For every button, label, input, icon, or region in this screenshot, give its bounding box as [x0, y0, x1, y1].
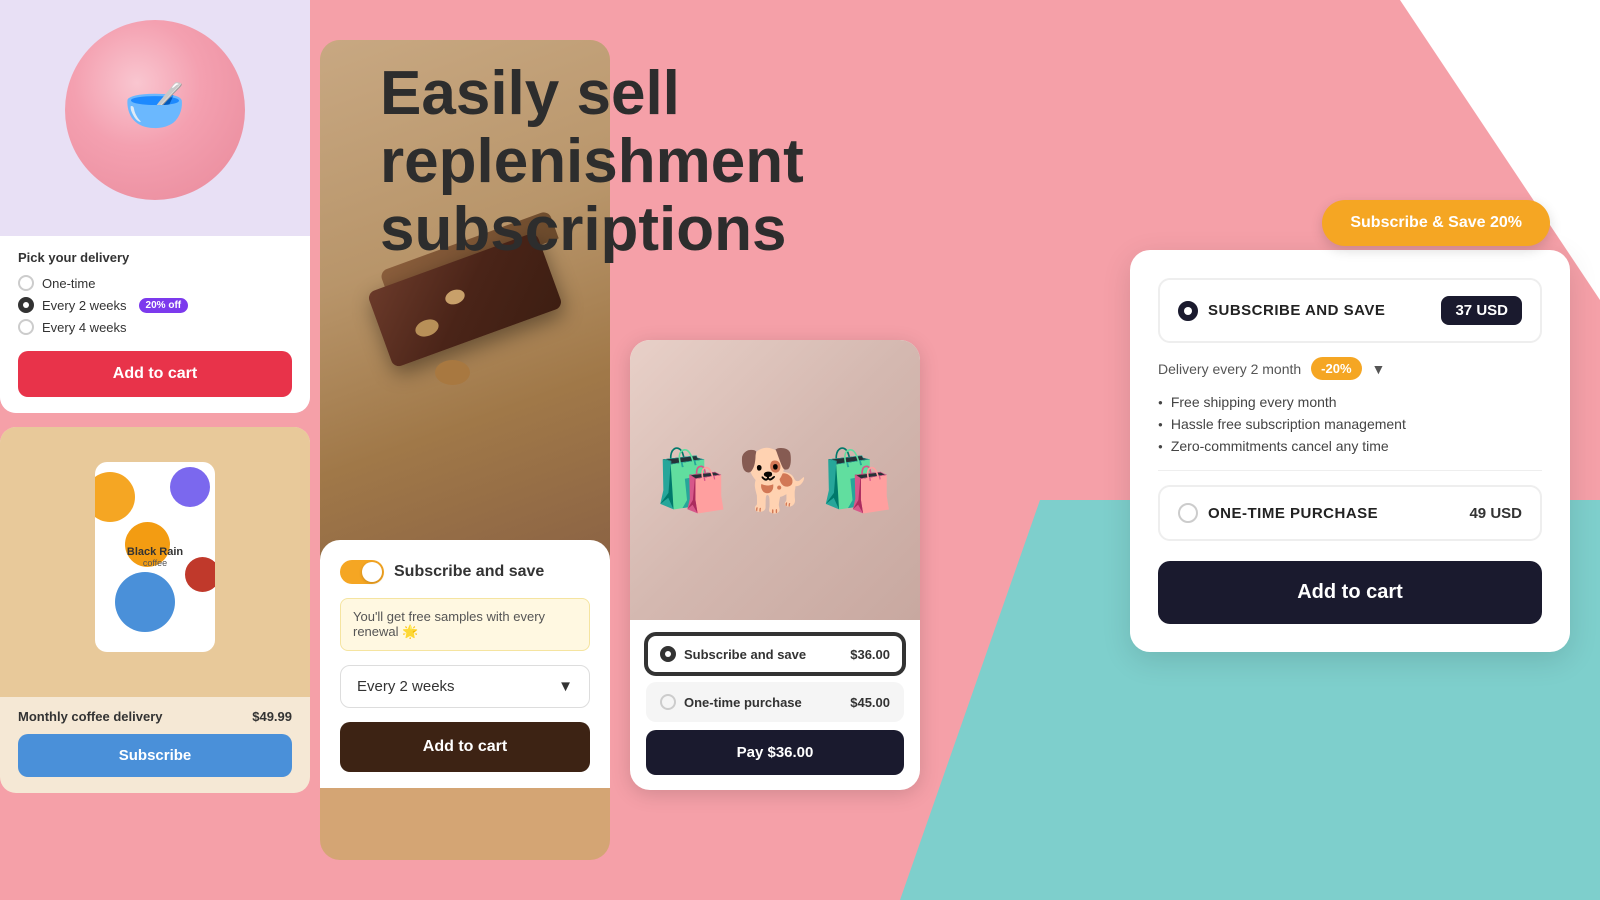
onetime-option[interactable]: One-time — [18, 275, 292, 291]
left-column: 🥣 Pick your delivery One-time Every 2 we… — [0, 0, 310, 900]
hero-title: Easily sell replenishment subscriptions — [380, 60, 1080, 265]
chocolate-card-body: Subscribe and save You'll get free sampl… — [320, 540, 610, 788]
every2weeks-radio — [18, 297, 34, 313]
subscribe-widget: SUBSCRIBE AND SAVE 37 USD Delivery every… — [1130, 250, 1570, 652]
bowl-emoji: 🥣 — [124, 76, 186, 135]
toggle-row: Subscribe and save — [340, 560, 590, 584]
dog-pay-button[interactable]: Pay $36.00 — [646, 730, 904, 775]
benefits-list: Free shipping every month Hassle free su… — [1158, 394, 1542, 454]
delivery-text: Delivery every 2 month — [1158, 361, 1301, 377]
onetime-label: One-time — [42, 276, 95, 291]
choc-frequency-label: Every 2 weeks — [357, 678, 455, 695]
dog-subscribe-left: Subscribe and save — [660, 646, 806, 662]
blob-purple — [170, 467, 210, 507]
coffee-bag-shape: Black Rain coffee — [95, 462, 215, 652]
dog-otp-option[interactable]: One-time purchase $45.00 — [646, 682, 904, 722]
choc-dropdown-arrow: ▼ — [558, 678, 573, 695]
discount-badge: 20% off — [139, 298, 189, 313]
toggle-knob — [362, 562, 382, 582]
widget-subscribe-price: 37 USD — [1441, 296, 1522, 325]
cereal-image-area: 🥣 — [18, 0, 292, 220]
widget-add-to-cart-button[interactable]: Add to cart — [1158, 561, 1542, 624]
cereal-card-body: Pick your delivery One-time Every 2 week… — [0, 236, 310, 413]
subscribe-save-button[interactable]: Subscribe & Save 20% — [1322, 200, 1550, 246]
cereal-add-to-cart-button[interactable]: Add to cart — [18, 351, 292, 397]
cereal-card: 🥣 Pick your delivery One-time Every 2 we… — [0, 0, 310, 413]
every2weeks-option[interactable]: Every 2 weeks 20% off — [18, 297, 292, 313]
hero-section: Easily sell replenishment subscriptions — [380, 60, 1080, 265]
blob-orange — [95, 472, 135, 522]
subscribe-toggle[interactable] — [340, 560, 384, 584]
benefit-1: Free shipping every month — [1158, 394, 1542, 410]
widget-subscribe-row[interactable]: SUBSCRIBE AND SAVE 37 USD — [1158, 278, 1542, 343]
coffee-subscribe-button[interactable]: Subscribe — [18, 734, 292, 777]
cereal-bowl: 🥣 — [65, 20, 245, 200]
choc-frequency-dropdown[interactable]: Every 2 weeks ▼ — [340, 665, 590, 708]
every4weeks-label: Every 4 weeks — [42, 320, 127, 335]
delivery-row: Delivery every 2 month -20% ▼ — [1158, 357, 1542, 380]
discount-pill: -20% — [1311, 357, 1361, 380]
dog-subscribe-radio — [660, 646, 676, 662]
renewal-badge: You'll get free samples with every renew… — [340, 598, 590, 651]
dog-subscribe-price: $36.00 — [850, 647, 890, 662]
dog-subscribe-option[interactable]: Subscribe and save $36.00 — [646, 634, 904, 674]
benefit-3: Zero-commitments cancel any time — [1158, 438, 1542, 454]
dog-otp-left: One-time purchase — [660, 694, 802, 710]
every4weeks-radio — [18, 319, 34, 335]
dog-food-image-area: 🛍️🐕🛍️ — [630, 340, 920, 620]
almond-big — [435, 360, 470, 385]
coffee-footer: Monthly coffee delivery $49.99 — [18, 709, 292, 724]
widget-otp-title: ONE-TIME PURCHASE — [1208, 505, 1378, 522]
coffee-card-body: Monthly coffee delivery $49.99 Subscribe — [0, 697, 310, 777]
every2weeks-label: Every 2 weeks — [42, 298, 127, 313]
coffee-card: Black Rain coffee Monthly coffee deliver… — [0, 427, 310, 793]
onetime-radio — [18, 275, 34, 291]
widget-otp-price: 49 USD — [1469, 505, 1522, 522]
benefit-2: Hassle free subscription management — [1158, 416, 1542, 432]
coffee-product: coffee — [127, 558, 183, 568]
coffee-bag: Black Rain coffee — [95, 462, 215, 662]
widget-divider — [1158, 470, 1542, 471]
coffee-image-area: Black Rain coffee — [0, 427, 310, 697]
blob-red — [185, 557, 215, 592]
dog-otp-label: One-time purchase — [684, 695, 802, 710]
blob-blue — [115, 572, 175, 632]
widget-subscribe-left: SUBSCRIBE AND SAVE — [1178, 301, 1385, 321]
coffee-price: $49.99 — [252, 709, 292, 724]
delivery-label: Pick your delivery — [18, 250, 292, 265]
widget-otp-radio — [1178, 503, 1198, 523]
dog-card-body: Subscribe and save $36.00 One-time purch… — [630, 620, 920, 789]
coffee-bag-text: Black Rain coffee — [127, 546, 183, 568]
coffee-brand: Black Rain — [127, 546, 183, 558]
coffee-title: Monthly coffee delivery — [18, 709, 162, 724]
dog-bags-emoji: 🛍️🐕🛍️ — [655, 445, 895, 516]
every4weeks-option[interactable]: Every 4 weeks — [18, 319, 292, 335]
delivery-dropdown-arrow[interactable]: ▼ — [1372, 361, 1386, 377]
dog-subscribe-label: Subscribe and save — [684, 647, 806, 662]
dog-otp-price: $45.00 — [850, 695, 890, 710]
widget-otp-left: ONE-TIME PURCHASE — [1178, 503, 1378, 523]
widget-subscribe-title: SUBSCRIBE AND SAVE — [1208, 302, 1385, 319]
widget-otp-row[interactable]: ONE-TIME PURCHASE 49 USD — [1158, 485, 1542, 541]
toggle-label: Subscribe and save — [394, 563, 544, 581]
dog-food-card: 🛍️🐕🛍️ Subscribe and save $36.00 One-time… — [630, 340, 920, 790]
dog-otp-radio — [660, 694, 676, 710]
choc-add-to-cart-button[interactable]: Add to cart — [340, 722, 590, 772]
widget-subscribe-radio — [1178, 301, 1198, 321]
